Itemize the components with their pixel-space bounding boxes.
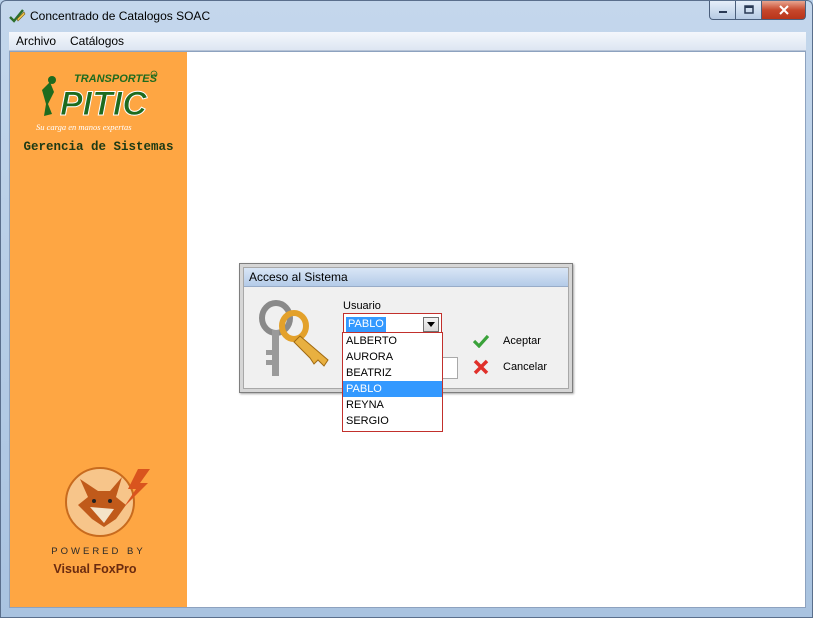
minimize-button[interactable] (709, 1, 736, 20)
list-item[interactable]: BEATRIZ (343, 365, 442, 381)
cancel-label: Cancelar (503, 361, 548, 373)
powered-by-label: POWERED BY (51, 546, 146, 557)
maximize-button[interactable] (736, 1, 762, 20)
list-item[interactable]: PABLO (343, 381, 442, 397)
list-item[interactable]: SERGIO (343, 413, 442, 429)
password-field[interactable] (442, 357, 458, 379)
menu-bar: Archivo Catálogos (9, 32, 806, 51)
user-label: Usuario (343, 300, 381, 312)
accept-label: Aceptar (503, 335, 541, 347)
foxpro-fox-logo (65, 467, 150, 537)
svg-text:Su carga en manos expertas: Su carga en manos expertas (36, 122, 132, 132)
title-bar[interactable]: Concentrado de Catalogos SOAC (1, 1, 812, 31)
accept-button[interactable]: Aceptar (473, 334, 541, 348)
close-button[interactable] (762, 1, 806, 20)
user-dropdown-list: ALBERTO AURORA BEATRIZ PABLO REYNA SERGI… (342, 332, 443, 432)
list-item[interactable]: AURORA (343, 349, 442, 365)
keys-icon (259, 300, 329, 376)
dropdown-button[interactable] (423, 317, 439, 332)
cancel-x-icon (473, 359, 489, 375)
chevron-down-icon (427, 322, 435, 327)
sidebar-panel: R TRANSPORTES PITIC Su carga en manos ex… (10, 52, 187, 607)
svg-text:PITIC: PITIC (60, 85, 147, 123)
list-item[interactable]: REYNA (343, 397, 442, 413)
app-icon (9, 9, 26, 23)
checkmark-icon (473, 334, 489, 348)
cancel-button[interactable]: Cancelar (473, 359, 547, 375)
svg-text:TRANSPORTES: TRANSPORTES (74, 73, 158, 85)
menu-catalogos[interactable]: Catálogos (63, 34, 131, 48)
list-item[interactable]: ALBERTO (343, 333, 442, 349)
user-combobox-value: PABLO (346, 317, 386, 332)
dialog-title: Acceso al Sistema (244, 268, 568, 287)
product-label: Visual FoxPro (53, 562, 137, 576)
menu-archivo[interactable]: Archivo (9, 34, 63, 48)
maximize-icon (743, 5, 754, 14)
window-title: Concentrado de Catalogos SOAC (30, 9, 211, 23)
company-logo: R TRANSPORTES PITIC Su carga en manos ex… (36, 70, 158, 132)
minimize-icon (718, 11, 727, 13)
close-icon (778, 5, 789, 15)
app-window: Concentrado de Catalogos SOAC Archivo Ca… (0, 0, 813, 618)
department-label: Gerencia de Sistemas (23, 140, 174, 154)
